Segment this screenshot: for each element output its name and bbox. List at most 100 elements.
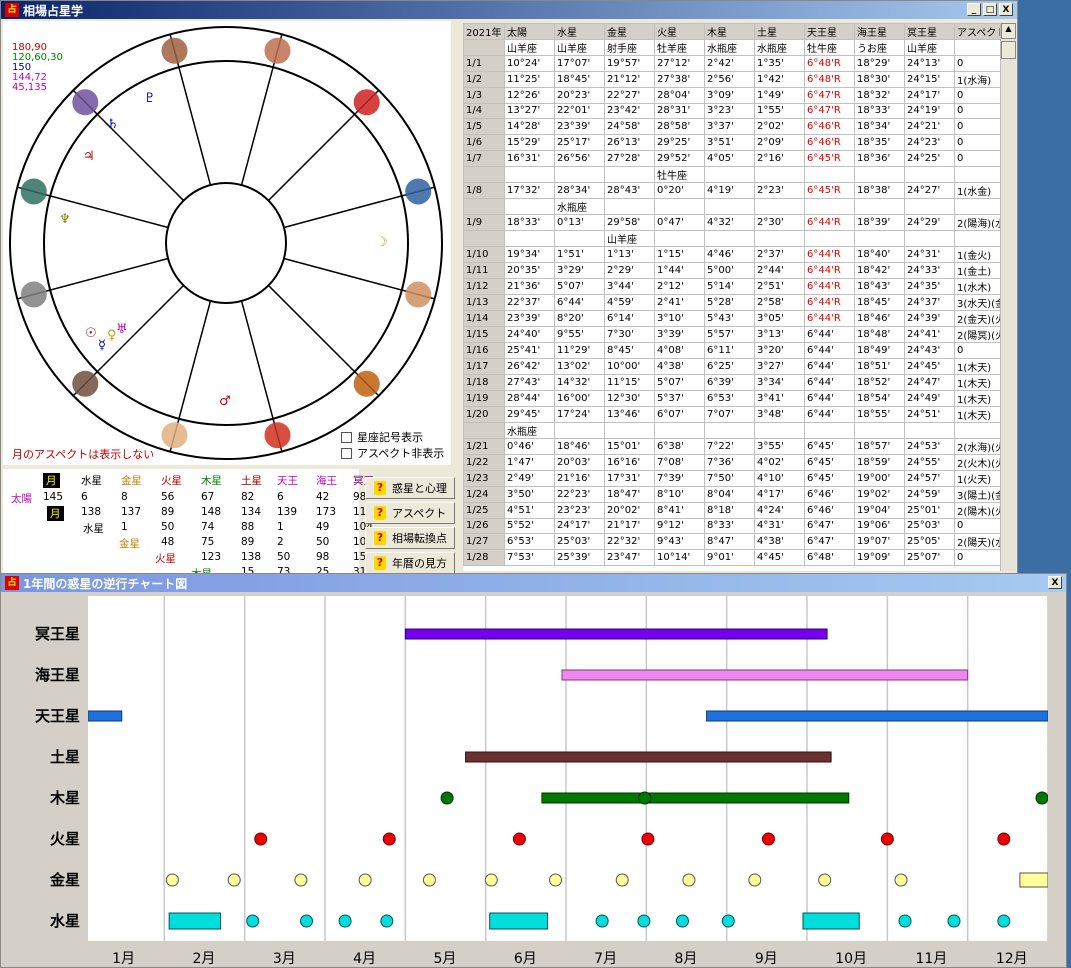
checkbox-box[interactable] — [341, 447, 352, 459]
table-cell: 19°02' — [854, 485, 905, 503]
table-cell: 7°22' — [704, 437, 755, 455]
aspect-value: 1 — [121, 521, 128, 533]
row-header: 1/1 — [463, 55, 505, 72]
help-button-label: 年暦の見方 — [392, 557, 447, 570]
table-row[interactable]: 1/1 10°24' 17°07' 19°57' 27°12' 2°42' 1°35' 6°4… — [463, 55, 1015, 72]
table-row[interactable]: 1/6 15°29' 25°17' 26°13' 29°25' 3°51' 2°09' 6°4… — [463, 134, 1015, 151]
row-header: 1/10 — [463, 245, 505, 263]
table-row[interactable]: 山羊座 山羊座 射手座 牡羊座 水瓶座 水瓶座 牡牛座 うお座 山羊座 — [463, 39, 1015, 56]
table-row[interactable]: 1/26 5°52' 24°17' 21°17' 9°12' 8°33' 4°31' 6°47… — [463, 517, 1015, 535]
retrograde-bar — [168, 912, 222, 930]
table-row[interactable]: 1/27 6°53' 25°03' 22°32' 9°43' 8°47' 4°38' 6°47… — [463, 533, 1015, 551]
station-marker — [682, 873, 696, 887]
ephemeris-table-container[interactable]: 2021年 太陽 水星 金星 火星 木星 土星 天王星 海王星 冥王星 アスペクト 山羊座 山羊座 射手座… — [463, 23, 1015, 571]
table-row[interactable]: 1/18 27°43' 14°32' 11°15' 5°07' 6°39' 3°34' 6°4… — [463, 373, 1015, 391]
table-row[interactable]: 1/13 22°37' 6°44' 4°59' 2°41' 5°28' 2°58' 6°44'… — [463, 293, 1015, 311]
table-row[interactable]: 1/5 14°28' 23°39' 24°58' 28°58' 3°37' 2°02' 6°4… — [463, 118, 1015, 136]
table-row[interactable]: 1/7 16°31' 26°56' 27°28' 29°52' 4°05' 2°16' 6°4… — [463, 149, 1015, 167]
table-cell: 8°18' — [704, 501, 755, 519]
scroll-up-button[interactable]: ▲ — [1001, 23, 1016, 39]
table-row[interactable]: 1/23 2°49' 21°16' 17°31' 7°39' 7°50' 4°10' 6°45… — [463, 469, 1015, 487]
table-cell: 14°32' — [554, 373, 605, 391]
checkbox-label: アスペクト非表示 — [357, 447, 445, 460]
scroll-thumb[interactable] — [1001, 41, 1016, 59]
checkbox-box[interactable] — [341, 431, 352, 443]
minimize-button[interactable]: _ — [967, 3, 981, 16]
table-row[interactable]: 1/4 13°27' 22°01' 23°42' 28°31' 3°23' 1°55' 6°4… — [463, 102, 1015, 120]
table-cell: 6°44' — [804, 325, 855, 343]
table-row[interactable]: 1/19 28°44' 16°00' 12°30' 5°37' 6°53' 3°41' 6°4… — [463, 389, 1015, 407]
table-row[interactable]: 1/28 7°53' 25°39' 23°47' 10°14' 9°01' 4°45' 6°4… — [463, 549, 1015, 567]
table-cell: 1°15' — [654, 245, 705, 263]
table-cell: 1°35' — [754, 55, 805, 72]
table-row[interactable]: 水瓶座 — [463, 197, 1015, 215]
table-cell: 0°46' — [504, 437, 555, 455]
vertical-scrollbar[interactable]: ▲ — [1000, 23, 1016, 571]
table-cell: 9°12' — [654, 517, 705, 535]
table-cell: 8°41' — [654, 501, 705, 519]
close-button[interactable]: X — [1048, 576, 1062, 589]
table-row[interactable]: 1/24 3°50' 22°23' 18°47' 8°10' 8°04' 4°17' 6°46… — [463, 485, 1015, 503]
app-icon: 占 — [5, 3, 19, 17]
table-cell — [504, 165, 555, 183]
table-row[interactable]: 1/22 1°47' 20°03' 16°16' 7°08' 7°36' 4°02' 6°45… — [463, 453, 1015, 471]
hide-aspects-checkbox[interactable]: アスペクト非表示 — [341, 445, 444, 461]
table-row[interactable]: 1/20 29°45' 17°24' 13°46' 6°07' 7°07' 3°48' 6°4… — [463, 405, 1015, 423]
aspect-value: 88 — [241, 521, 255, 533]
table-row[interactable]: 1/14 23°39' 8°20' 6°14' 3°10' 5°43' 3°05' 6°44'… — [463, 309, 1015, 327]
help-button[interactable]: ? 相場転換点 — [365, 527, 455, 549]
table-row[interactable]: 牡牛座 — [463, 165, 1015, 183]
table-cell: 6°44' — [804, 341, 855, 359]
main-titlebar[interactable]: 占 相場占星学 _ □ X — [1, 1, 1017, 19]
retrograde-titlebar[interactable]: 占 1年間の惑星の逆行チャート図 X — [1, 574, 1066, 592]
station-marker — [894, 873, 908, 887]
cancer-crab-icon — [264, 422, 291, 449]
show-sign-symbols-checkbox[interactable]: 星座記号表示 — [341, 429, 423, 445]
table-cell — [554, 165, 605, 183]
table-row[interactable]: 1/12 21°36' 5°07' 3°44' 2°12' 5°14' 2°51' 6°44'… — [463, 277, 1015, 295]
table-cell: 3°23' — [704, 102, 755, 120]
table-cell: 18°46' — [554, 437, 605, 455]
help-button[interactable]: ? 年暦の見方 — [365, 552, 455, 574]
aspect-value: 56 — [161, 491, 175, 503]
station-marker — [898, 914, 912, 928]
table-row[interactable]: 1/16 25°41' 11°29' 8°45' 4°08' 6°11' 3°20' 6°44… — [463, 341, 1015, 359]
table-row[interactable]: 水瓶座 — [463, 421, 1015, 439]
help-button-label: 惑星と心理 — [392, 482, 447, 495]
table-cell: 29°25' — [654, 134, 705, 151]
maximize-button[interactable]: □ — [983, 3, 997, 16]
aspect-value: 148 — [201, 506, 222, 518]
close-button[interactable]: X — [999, 3, 1013, 16]
table-row[interactable]: 山羊座 — [463, 229, 1015, 247]
station-marker — [382, 832, 396, 846]
row-header: 1/28 — [463, 549, 505, 567]
table-row[interactable]: 1/21 0°46' 18°46' 15°01' 6°38' 7°22' 3°55' 6°45… — [463, 437, 1015, 455]
taurus-bull-icon — [72, 370, 99, 397]
table-cell: 5°28' — [704, 293, 755, 311]
help-button[interactable]: ? 惑星と心理 — [365, 477, 455, 499]
table-cell: 2°12' — [654, 277, 705, 295]
table-row[interactable]: 1/9 18°33' 0°13' 29°58' 0°47' 4°32' 2°30' 6°44'… — [463, 213, 1015, 231]
table-row[interactable]: 1/3 12°26' 20°23' 22°27' 28°04' 3°09' 1°49' 6°4… — [463, 86, 1015, 104]
table-row[interactable]: 1/8 17°32' 28°34' 28°43' 0°20' 4°19' 2°23' 6°45… — [463, 181, 1015, 199]
planet-row-label: 土星 — [49, 748, 80, 766]
table-row[interactable]: 2021年 太陽 水星 金星 火星 木星 土星 天王星 海王星 冥王星 アスペクト — [463, 23, 1015, 40]
table-cell: 19°57' — [604, 55, 655, 72]
station-marker — [997, 832, 1011, 846]
table-cell: 5°14' — [704, 277, 755, 295]
table-row[interactable]: 1/25 4°51' 23°23' 20°02' 8°41' 8°18' 4°24' 6°46… — [463, 501, 1015, 519]
table-row[interactable]: 1/17 26°42' 13°02' 10°00' 4°38' 6°25' 3°27' 6°4… — [463, 357, 1015, 375]
help-button[interactable]: ? アスペクト — [365, 502, 455, 524]
table-row[interactable]: 1/2 11°25' 18°45' 21°12' 27°38' 2°56' 1°42' 6°4… — [463, 70, 1015, 88]
table-cell — [904, 229, 955, 247]
table-row[interactable]: 1/10 19°34' 1°51' 1°13' 1°15' 4°46' 2°37' 6°44'… — [463, 245, 1015, 263]
table-cell: 3°41' — [754, 389, 805, 407]
saturn-glyph: ♄ — [107, 117, 119, 132]
table-cell: 4°24' — [754, 501, 805, 519]
row-header: 2021年 — [463, 23, 505, 40]
table-cell: 24°49' — [904, 389, 955, 407]
table-cell: 山羊座 — [504, 39, 555, 56]
virgo-maiden-icon — [405, 281, 432, 308]
table-row[interactable]: 1/11 20°35' 3°29' 2°29' 1°44' 5°00' 2°44' 6°44'… — [463, 261, 1015, 279]
table-row[interactable]: 1/15 24°40' 9°55' 7°30' 3°39' 5°57' 3°13' 6°44'… — [463, 325, 1015, 343]
